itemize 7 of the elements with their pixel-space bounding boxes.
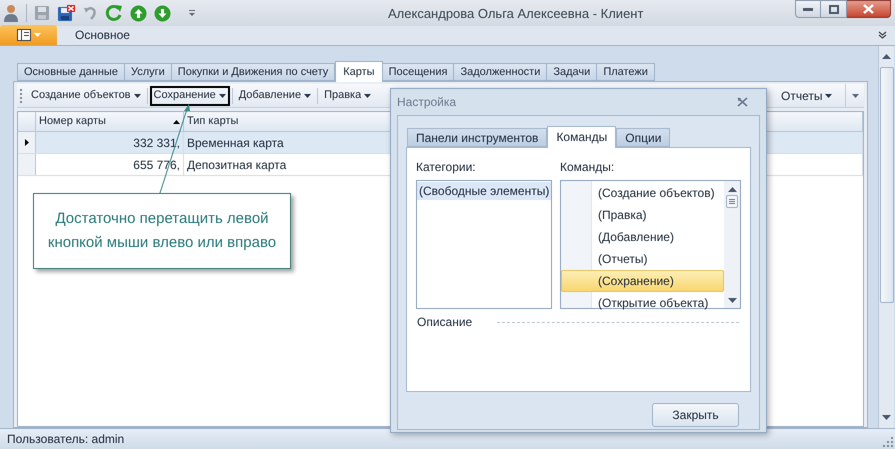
dialog-title: Настройка (397, 94, 456, 111)
categories-label: Категории: (416, 159, 477, 176)
callout-note: Достаточно перетащить левой кнопкой мыши влево или вправо (33, 193, 291, 269)
status-text: Пользователь: admin (7, 431, 124, 448)
description-label: Описание (417, 314, 474, 331)
window-title: Александрова Ольга Алексеевна - Клиент (388, 5, 644, 23)
commands-label: Команды: (560, 159, 616, 176)
